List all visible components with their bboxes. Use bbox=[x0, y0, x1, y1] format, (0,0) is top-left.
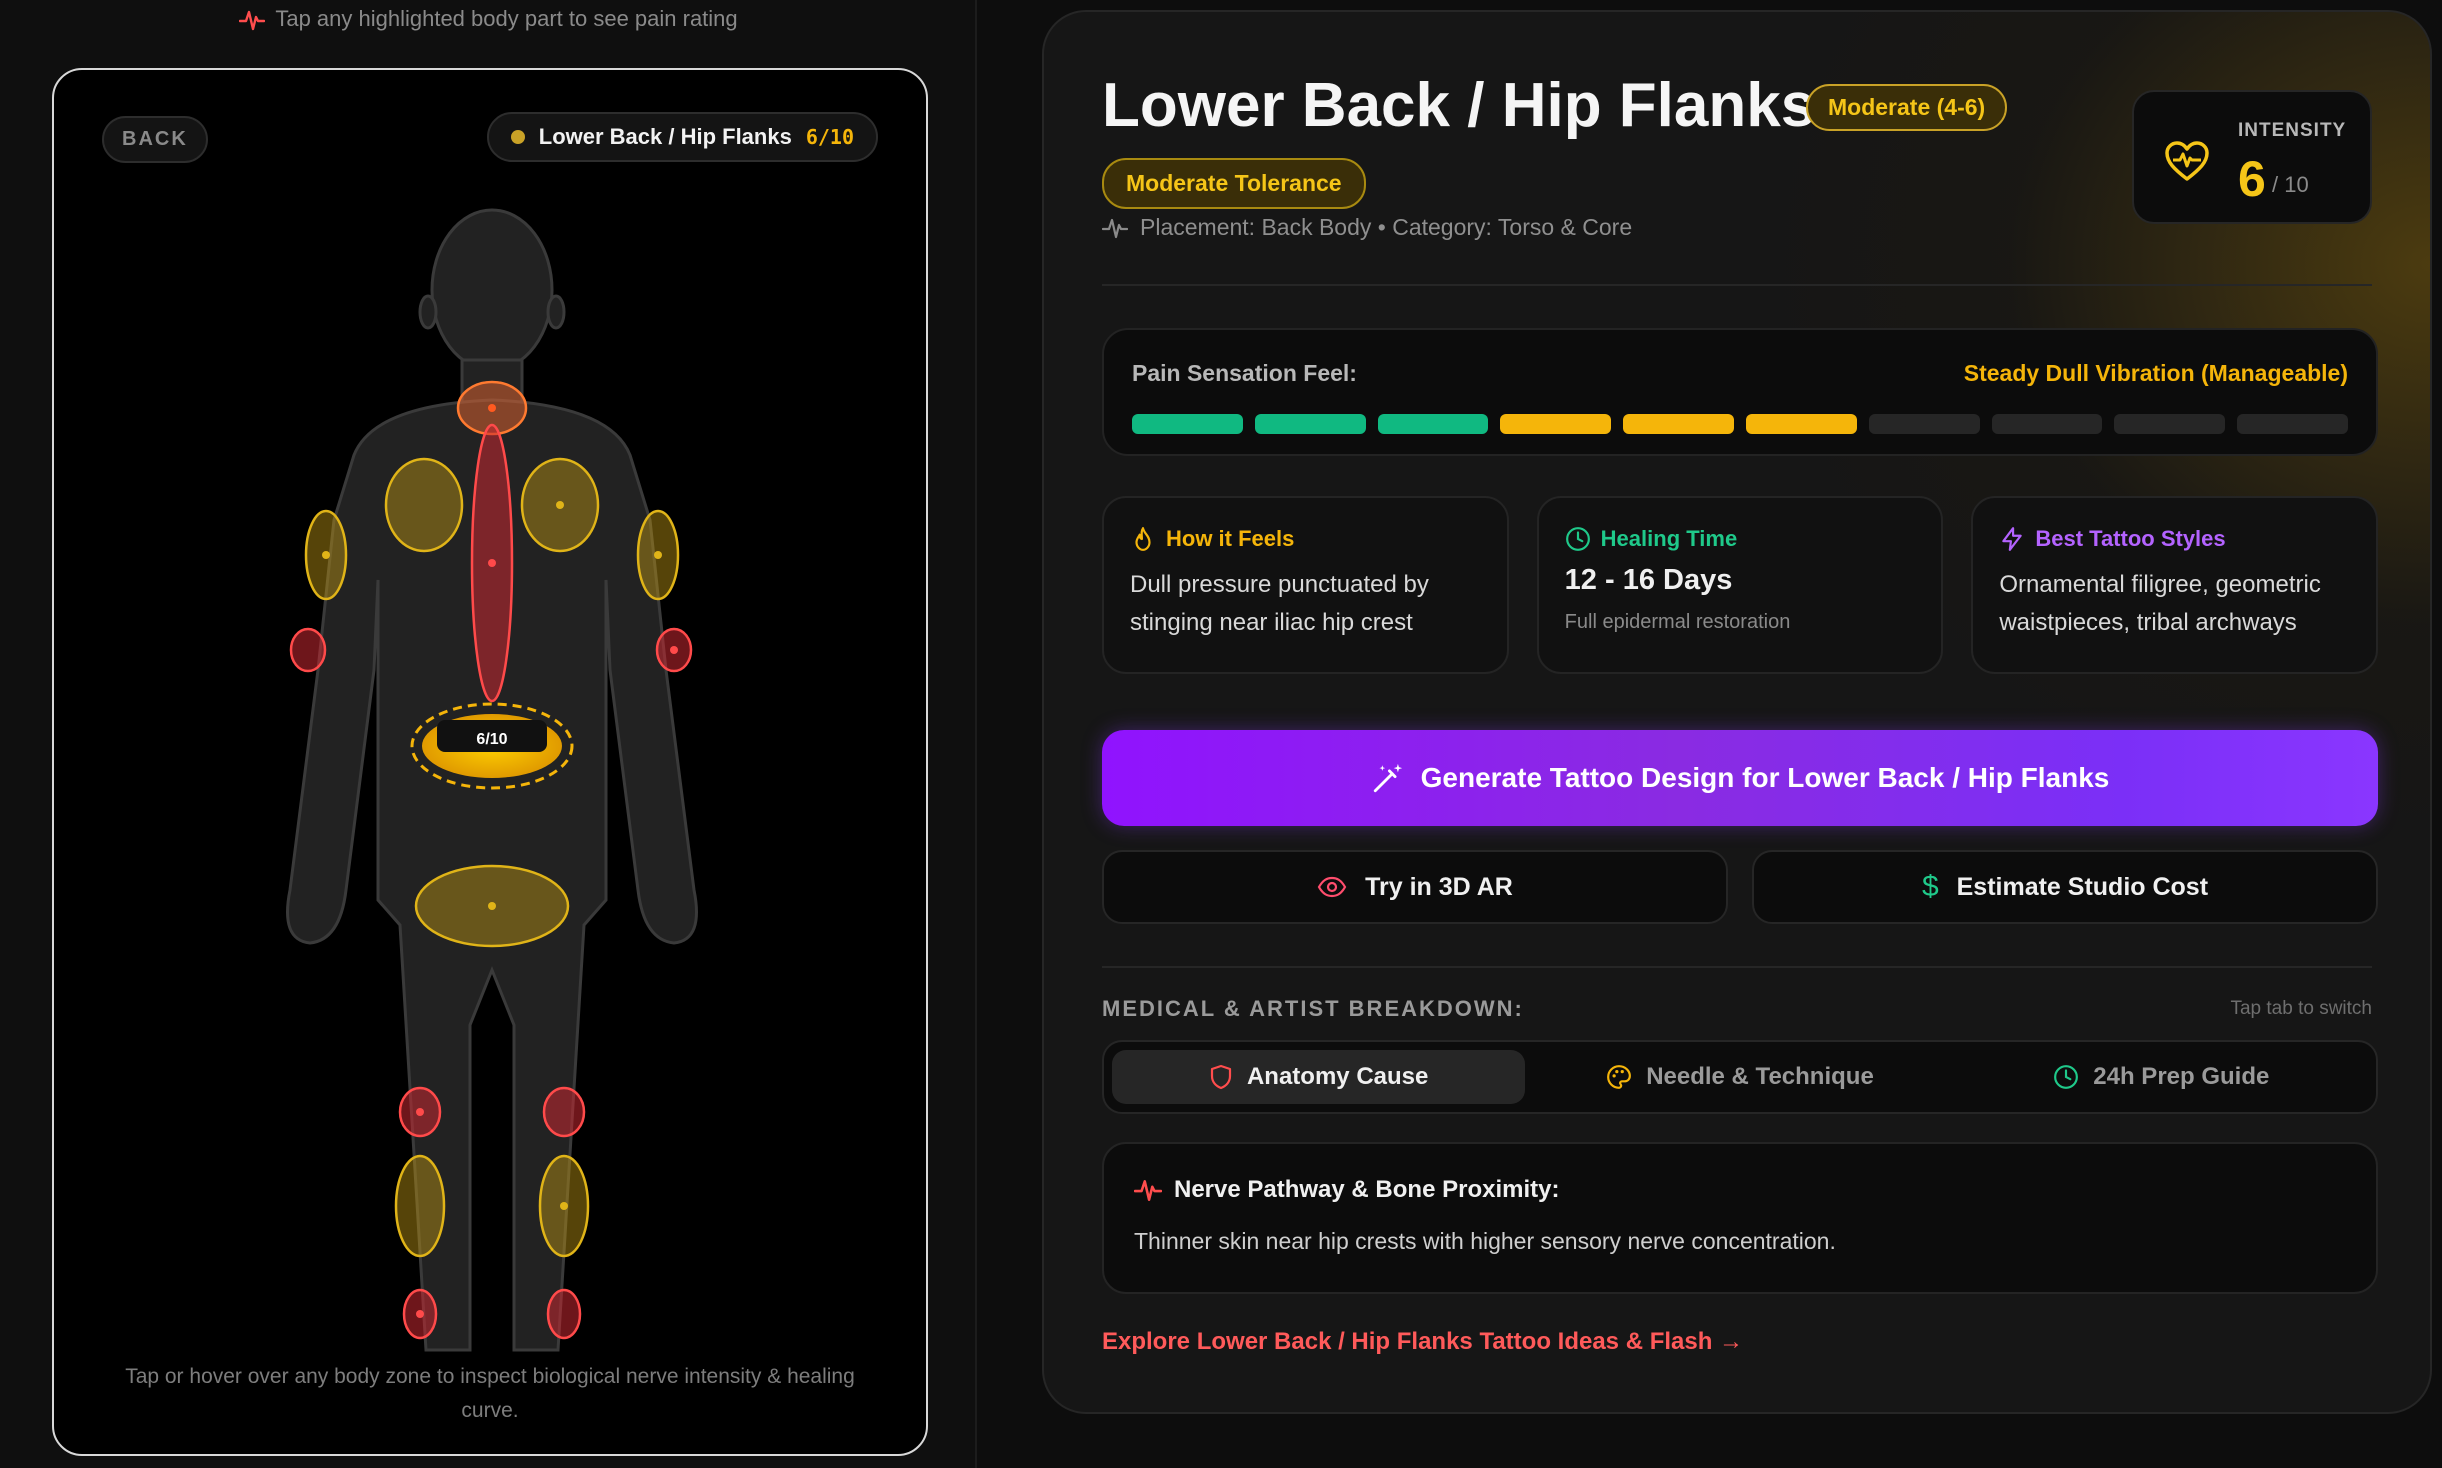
pain-meter-segment bbox=[1500, 414, 1612, 434]
pulse-icon bbox=[1102, 218, 1128, 238]
card-body: Dull pressure punctuated by stinging nea… bbox=[1130, 571, 1429, 636]
pain-meter-segment bbox=[2237, 414, 2348, 434]
pain-meter-segment bbox=[1868, 414, 1980, 434]
intensity-label: INTENSITY bbox=[2238, 120, 2347, 141]
pain-meter-segment bbox=[1254, 414, 1366, 434]
zone-spine[interactable] bbox=[470, 423, 514, 703]
pain-sensation-box: Pain Sensation Feel: Steady Dull Vibrati… bbox=[1102, 328, 2378, 456]
pain-meter-segment bbox=[1623, 414, 1734, 434]
generate-design-button[interactable]: Generate Tattoo Design for Lower Back / … bbox=[1102, 730, 2378, 826]
nerve-text: Thinner skin near hip crests with higher… bbox=[1134, 1228, 1836, 1254]
body-map-footer: Tap or hover over any body zone to inspe… bbox=[125, 1365, 855, 1422]
try-ar-button[interactable]: Try in 3D AR bbox=[1102, 850, 1728, 924]
zone-detail-card: Lower Back / Hip Flanks Moderate (4-6) M… bbox=[1042, 10, 2432, 1414]
generate-label: Generate Tattoo Design for Lower Back / … bbox=[1420, 762, 2110, 793]
selected-zone-score: 6/10 bbox=[805, 125, 854, 149]
zone-dot bbox=[510, 130, 525, 144]
nerve-heading-text: Nerve Pathway & Bone Proximity: bbox=[1174, 1176, 1560, 1203]
zone-right-knee[interactable] bbox=[542, 1086, 586, 1138]
info-cards: How it Feels Dull pressure punctuated by… bbox=[1102, 496, 2379, 674]
zone-left-ankle[interactable] bbox=[402, 1288, 438, 1340]
zone-right-ankle[interactable] bbox=[546, 1288, 582, 1340]
tab-needle-technique[interactable]: Needle & Technique bbox=[1533, 1050, 1946, 1104]
flame-icon bbox=[1135, 527, 1151, 551]
header-divider bbox=[1102, 284, 2372, 286]
cost-label: Estimate Studio Cost bbox=[1956, 872, 2209, 901]
zone-glutes[interactable] bbox=[414, 864, 570, 948]
tab-label: Anatomy Cause bbox=[1246, 1063, 1429, 1090]
how-it-feels-card: How it Feels Dull pressure punctuated by… bbox=[1102, 496, 1509, 674]
zone-left-upper-arm[interactable] bbox=[304, 509, 348, 601]
zone-right-calf[interactable] bbox=[538, 1154, 590, 1258]
clock-icon bbox=[2054, 1065, 2079, 1089]
breakdown-tabs: Anatomy Cause Needle & Technique 24h Pre… bbox=[1102, 1040, 2378, 1114]
zone-marker-label: 6/10 bbox=[476, 731, 507, 748]
pain-range-badge: Moderate (4-6) bbox=[1806, 84, 2008, 131]
palette-icon bbox=[1607, 1065, 1632, 1089]
explore-ideas-link[interactable]: Explore Lower Back / Hip Flanks Tattoo I… bbox=[1102, 1328, 1743, 1356]
card-body: Ornamental filigree, geometric waistpiec… bbox=[1999, 571, 2321, 636]
placement-text: Placement: Back Body • Category: Torso &… bbox=[1140, 214, 1633, 240]
pain-meter-segment bbox=[1991, 414, 2103, 434]
zone-title: Lower Back / Hip Flanks bbox=[1102, 71, 1816, 140]
tab-anatomy-cause[interactable]: Anatomy Cause bbox=[1112, 1050, 1526, 1104]
magic-wand-icon bbox=[1373, 763, 1402, 793]
breakdown-divider bbox=[1102, 966, 2372, 968]
intensity-out-of: / 10 bbox=[2272, 172, 2309, 197]
intensity-box: INTENSITY 6 / 10 bbox=[2132, 90, 2372, 224]
healing-time-card: Healing Time 12 - 16 Days Full epidermal… bbox=[1536, 496, 1944, 674]
tab-label: Needle & Technique bbox=[1646, 1063, 1874, 1090]
tap-hint: Tap any highlighted body part to see pai… bbox=[0, 6, 977, 37]
card-heading: How it Feels bbox=[1166, 526, 1295, 551]
zone-right-elbow[interactable] bbox=[655, 627, 693, 673]
intensity-value: 6 bbox=[2238, 151, 2266, 207]
card-heading: Healing Time bbox=[1600, 526, 1738, 551]
sensation-label: Pain Sensation Feel: bbox=[1132, 360, 1357, 386]
shield-icon bbox=[1210, 1064, 1232, 1090]
best-styles-card: Best Tattoo Styles Ornamental filigree, … bbox=[1971, 496, 2379, 674]
body-map-panel: Tap any highlighted body part to see pai… bbox=[0, 0, 977, 1468]
zone-right-shoulder-blade[interactable] bbox=[520, 457, 600, 553]
zone-right-upper-arm[interactable] bbox=[636, 509, 680, 601]
pain-meter bbox=[1132, 414, 2348, 434]
app-root: Tap any highlighted body part to see pai… bbox=[0, 0, 2442, 1468]
pulse-icon bbox=[239, 9, 266, 37]
sensation-feel: Steady Dull Vibration (Manageable) bbox=[1963, 360, 2348, 386]
ar-label: Try in 3D AR bbox=[1365, 872, 1513, 901]
pulse-icon bbox=[1134, 1180, 1162, 1201]
eye-icon bbox=[1317, 876, 1347, 898]
tab-content-panel: Nerve Pathway & Bone Proximity: Thinner … bbox=[1102, 1142, 2378, 1294]
clock-icon bbox=[1565, 527, 1590, 551]
tap-hint-text: Tap any highlighted body part to see pai… bbox=[275, 6, 738, 31]
selected-zone-label: Lower Back / Hip Flanks bbox=[538, 124, 792, 149]
tap-switch-hint: Tap tab to switch bbox=[2230, 998, 2372, 1019]
dollar-icon: $ bbox=[1921, 870, 1939, 903]
nerve-heading: Nerve Pathway & Bone Proximity: bbox=[1134, 1176, 1559, 1204]
breakdown-label: MEDICAL & ARTIST BREAKDOWN: bbox=[1102, 996, 1524, 1021]
zone-left-knee[interactable] bbox=[398, 1086, 442, 1138]
pain-meter-segment bbox=[1745, 414, 1857, 434]
card-heading: Best Tattoo Styles bbox=[2035, 526, 2226, 551]
healing-sub: Full epidermal restoration bbox=[1564, 611, 1791, 633]
zone-left-elbow[interactable] bbox=[289, 627, 327, 673]
pain-meter-segment bbox=[1132, 414, 1243, 434]
body-map-card: BACK Lower Back / Hip Flanks 6/10 6/10 T… bbox=[52, 68, 928, 1456]
estimate-cost-button[interactable]: $ Estimate Studio Cost bbox=[1752, 850, 2378, 924]
tab-prep-guide[interactable]: 24h Prep Guide bbox=[1955, 1050, 2368, 1104]
heart-pulse-icon bbox=[2165, 141, 2209, 181]
zone-left-calf[interactable] bbox=[394, 1154, 446, 1258]
tab-label: 24h Prep Guide bbox=[2093, 1063, 2270, 1090]
pain-meter-segment bbox=[1377, 414, 1489, 434]
healing-days: 12 - 16 Days bbox=[1564, 564, 1733, 596]
tolerance-badge: Moderate Tolerance bbox=[1102, 158, 1366, 209]
pain-meter-segment bbox=[2114, 414, 2226, 434]
placement-info: Placement: Back Body • Category: Torso &… bbox=[1102, 214, 1632, 241]
zone-left-shoulder-blade[interactable] bbox=[384, 457, 464, 553]
bolt-icon bbox=[2002, 527, 2023, 551]
body-figure: 6/10 bbox=[286, 208, 698, 1352]
